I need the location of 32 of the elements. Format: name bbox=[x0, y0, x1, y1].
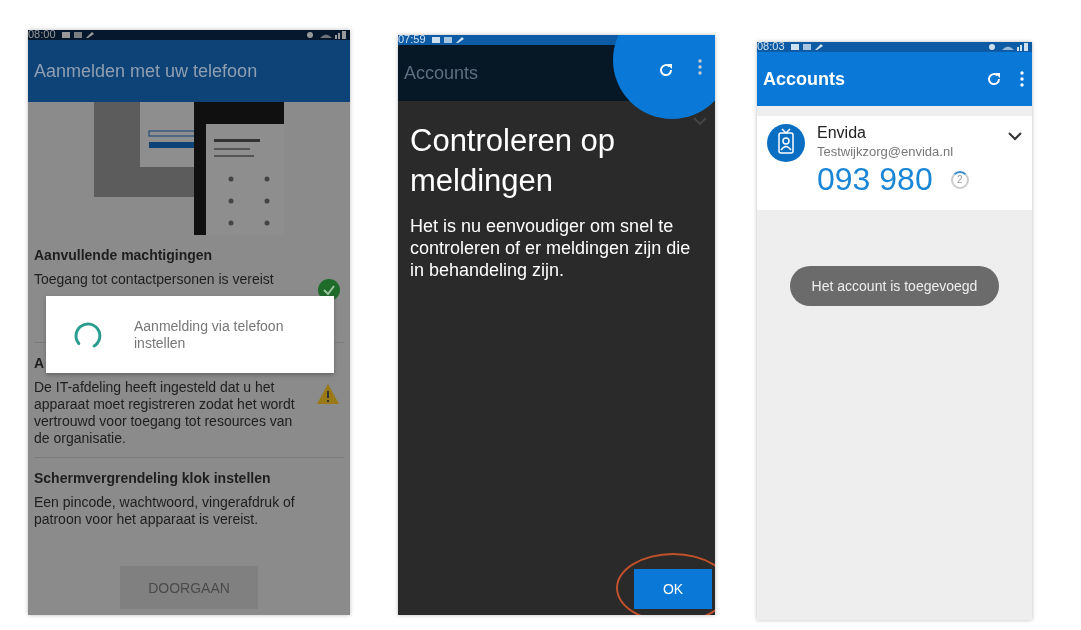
section-text: Toegang tot contactpersonen is vereist bbox=[34, 271, 275, 288]
more-options-icon[interactable] bbox=[1020, 71, 1024, 87]
countdown-timer: 2 bbox=[950, 170, 969, 189]
section-heading: A bbox=[34, 355, 46, 371]
dialog-message: Aanmelding via telefoon instellen bbox=[134, 317, 285, 352]
refresh-icon[interactable] bbox=[986, 71, 1002, 87]
section-text: De IT-afdeling heeft ingesteld dat u het apparaat moet registreren zodat het wordt vertrouwd voor toegang tot resources van de organisatie. bbox=[34, 379, 296, 447]
status-time: 08:03 bbox=[757, 42, 785, 51]
more-options-icon[interactable] bbox=[698, 59, 702, 75]
chevron-down-icon bbox=[693, 117, 707, 126]
warning-icon bbox=[316, 383, 340, 405]
section-heading: Schermvergrendeling klok instellen bbox=[34, 470, 272, 486]
coachmark-heading: Controleren op meldingen bbox=[410, 122, 617, 200]
status-time: 08:00 bbox=[28, 30, 56, 39]
account-email: Testwijkzorg@envida.nl bbox=[817, 144, 955, 159]
ok-button[interactable]: OK bbox=[634, 569, 712, 609]
toast-message: Het account is toegevoegd bbox=[789, 266, 1000, 306]
screen-title: Accounts bbox=[404, 62, 479, 84]
account-card[interactable]: Envida Testwijkzorg@envida.nl 093 980 2 bbox=[757, 116, 1032, 210]
system-status-icons bbox=[306, 31, 346, 39]
section-text: Een pincode, wachtwoord, vingerafdruk of patroon voor het apparaat is vereist. bbox=[34, 494, 296, 528]
chevron-down-icon[interactable] bbox=[1008, 132, 1022, 141]
coachmark-text: Het is nu eenvoudiger om snel te controleren of er meldingen zijn die in behandeling zijn. bbox=[410, 215, 692, 281]
screen-title: Accounts bbox=[763, 68, 846, 90]
id-badge-icon bbox=[767, 124, 805, 162]
status-time: 07:59 bbox=[398, 35, 426, 44]
system-status-icons bbox=[988, 43, 1028, 51]
verification-code: 093 980 bbox=[817, 161, 933, 198]
screen-title: Aanmelden met uw telefoon bbox=[34, 60, 258, 82]
account-name: Envida bbox=[817, 124, 867, 142]
refresh-icon[interactable] bbox=[658, 62, 674, 78]
section-heading: Aanvullende machtigingen bbox=[34, 247, 214, 263]
